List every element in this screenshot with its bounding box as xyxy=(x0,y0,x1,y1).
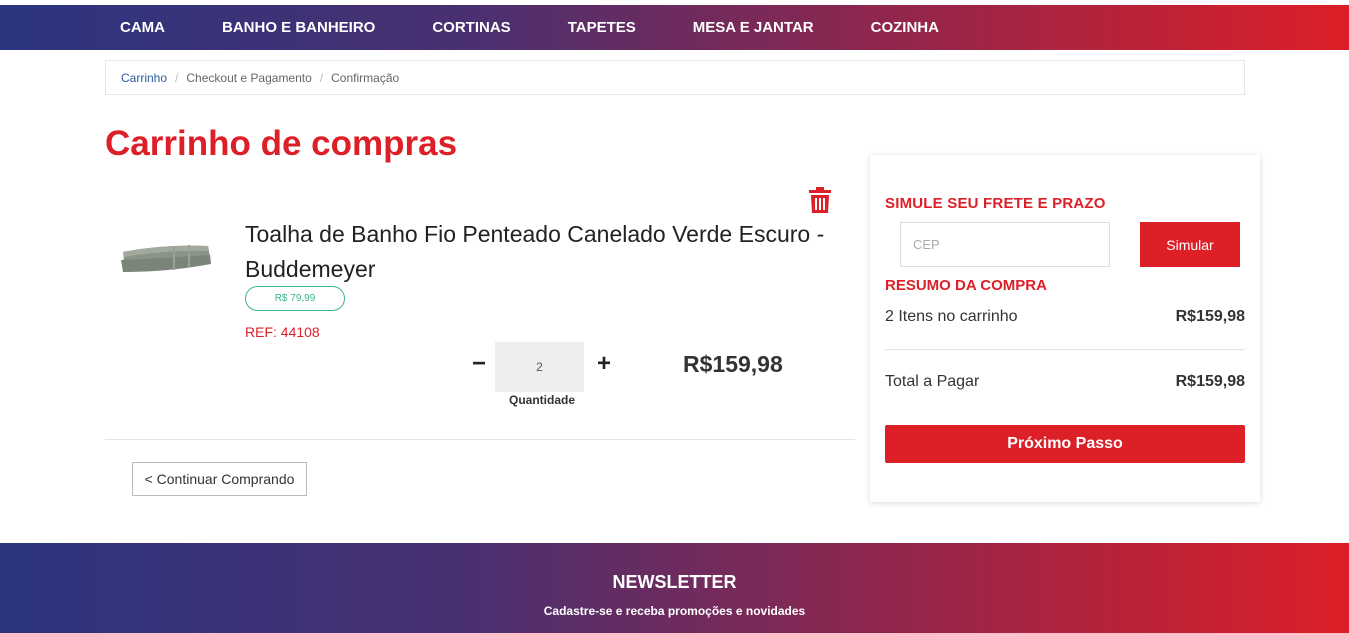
breadcrumb-separator: / xyxy=(319,70,324,85)
newsletter-subtitle: Cadastre-se e receba promoções e novidad… xyxy=(543,604,806,618)
nav-item-mesa[interactable]: MESA E JANTAR xyxy=(679,19,828,36)
product-ref: REF: 44108 xyxy=(245,324,320,340)
breadcrumb-checkout: Checkout e Pagamento xyxy=(186,70,312,85)
newsletter-title: NEWSLETTER xyxy=(612,572,737,592)
product-image[interactable] xyxy=(113,232,218,282)
nav-item-cozinha[interactable]: COZINHA xyxy=(857,19,953,36)
total-value: R$159,98 xyxy=(1175,373,1245,390)
page-title: Carrinho de compras xyxy=(105,124,458,163)
simulate-button[interactable]: Simular xyxy=(1140,222,1240,267)
newsletter-section: NEWSLETTER Cadastre-se e receba promoçõe… xyxy=(0,543,1349,633)
summary-divider xyxy=(885,349,1245,350)
shipping-title: SIMULE SEU FRETE E PRAZO xyxy=(885,195,1106,212)
breadcrumb-confirmation: Confirmação xyxy=(331,70,400,85)
trash-icon[interactable] xyxy=(809,187,831,213)
quantity-label: Quantidade xyxy=(508,393,575,407)
nav-item-cama[interactable]: CAMA xyxy=(106,19,179,36)
cart-divider xyxy=(105,439,855,440)
continue-shopping-button[interactable]: < Continuar Comprando xyxy=(132,462,307,496)
unit-price-badge: R$ 79,99 xyxy=(245,286,345,311)
cep-input[interactable] xyxy=(900,222,1110,267)
order-summary-panel: SIMULE SEU FRETE E PRAZO Simular RESUMO … xyxy=(870,155,1260,502)
total-row: Total a Pagar R$159,98 xyxy=(885,373,1245,391)
breadcrumb-cart[interactable]: Carrinho xyxy=(121,71,167,85)
summary-title: RESUMO DA COMPRA xyxy=(885,277,1047,294)
items-label: 2 Itens no carrinho xyxy=(885,308,1018,325)
items-row: 2 Itens no carrinho R$159,98 xyxy=(885,308,1245,326)
next-step-button[interactable]: Próximo Passo xyxy=(885,425,1245,463)
product-name[interactable]: Toalha de Banho Fio Penteado Canelado Ve… xyxy=(245,217,845,287)
quantity-increase-button[interactable]: + xyxy=(594,352,614,376)
nav-item-banho[interactable]: BANHO E BANHEIRO xyxy=(208,19,389,36)
nav-menu: CAMA BANHO E BANHEIRO CORTINAS TAPETES M… xyxy=(106,5,982,50)
total-label: Total a Pagar xyxy=(885,373,980,390)
breadcrumb-separator: / xyxy=(175,70,179,85)
line-total: R$159,98 xyxy=(683,351,783,377)
breadcrumb: Carrinho / Checkout e Pagamento / Confir… xyxy=(105,60,1245,95)
nav-item-cortinas[interactable]: CORTINAS xyxy=(418,19,524,36)
quantity-decrease-button[interactable]: − xyxy=(469,352,489,376)
main-navbar: CAMA BANHO E BANHEIRO CORTINAS TAPETES M… xyxy=(0,5,1349,50)
items-value: R$159,98 xyxy=(1175,308,1245,325)
nav-item-tapetes[interactable]: TAPETES xyxy=(554,19,650,36)
quantity-input[interactable]: 2 xyxy=(495,342,584,392)
